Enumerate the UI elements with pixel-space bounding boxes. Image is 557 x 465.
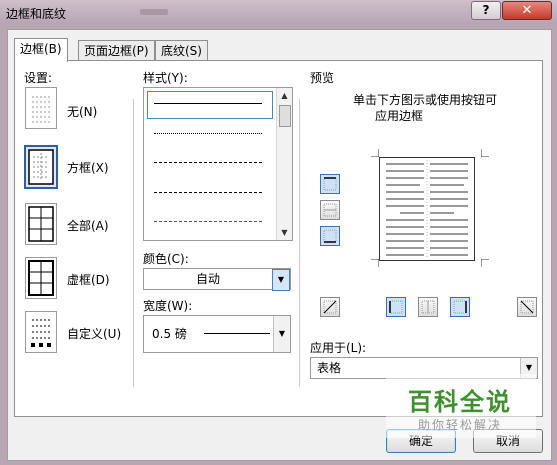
watermark: 百科全说 助你轻松解决	[386, 374, 536, 438]
preview-hint-line2: 应用边框	[375, 109, 424, 123]
scroll-down-icon[interactable]: ▼	[277, 225, 292, 240]
style-dashed-fine-line[interactable]	[154, 162, 262, 163]
apply-to-label: 应用于(L):	[310, 341, 367, 355]
divider	[133, 99, 134, 387]
corner-mark-icon	[481, 259, 489, 267]
corner-mark-icon	[371, 149, 379, 157]
corner-mark-icon	[371, 259, 379, 267]
title-bar-shadow	[140, 9, 168, 15]
chevron-down-icon[interactable]: ▼	[272, 269, 290, 291]
style-heading: 样式(Y):	[143, 71, 188, 85]
tab-page-border[interactable]: 页面边框(P)	[78, 40, 155, 61]
preview-heading: 预览	[310, 71, 335, 85]
style-dashed-line[interactable]	[154, 192, 262, 193]
color-select[interactable]: 自动 ▼	[143, 268, 291, 291]
diagonal-down-border-button[interactable]	[517, 297, 537, 317]
color-label: 颜色(C):	[143, 252, 189, 266]
width-label: 宽度(W):	[143, 299, 193, 313]
custom-border-icon[interactable]	[25, 311, 57, 353]
bottom-border-button[interactable]	[320, 226, 340, 246]
style-dash-dot-line[interactable]	[154, 221, 262, 222]
width-select[interactable]: 0.5 磅 ▼	[143, 315, 291, 353]
title-bar: 边框和底纹 ? ✕	[0, 0, 557, 24]
borders-panel: 设置: 无(N) 方框(X) 全部(A) 虚框(D) 自定义(U) 样式(Y):…	[14, 60, 543, 417]
scroll-up-icon[interactable]: ▲	[277, 88, 292, 103]
preview-hint-line1: 单击下方图示或使用按钮可	[353, 93, 498, 107]
all-borders-icon[interactable]	[25, 203, 57, 245]
watermark-subtitle: 助你轻松解决	[418, 418, 503, 432]
grid-border-icon[interactable]	[25, 257, 57, 299]
tab-borders[interactable]: 边框(B)	[14, 38, 68, 62]
box-border-icon[interactable]	[24, 145, 58, 189]
setting-none-label[interactable]: 无(N)	[67, 103, 97, 120]
no-border-icon[interactable]	[25, 87, 57, 129]
corner-mark-icon	[481, 149, 489, 157]
watermark-title: 百科全说	[408, 388, 512, 416]
style-scrollbar[interactable]: ▲ ▼	[276, 88, 292, 240]
width-sample-line	[204, 333, 270, 334]
inside-vertical-border-button[interactable]	[418, 297, 438, 317]
style-dotted-line[interactable]	[154, 133, 262, 134]
close-button[interactable]: ✕	[502, 1, 552, 20]
preview-diagram[interactable]	[379, 157, 475, 261]
color-value: 自动	[195, 272, 220, 286]
style-list[interactable]: ▲ ▼	[143, 87, 293, 241]
diagonal-up-border-button[interactable]	[320, 297, 340, 317]
top-border-button[interactable]	[320, 174, 340, 194]
window-title: 边框和底纹	[6, 7, 67, 21]
setting-grid-label[interactable]: 虚框(D)	[67, 271, 110, 288]
left-border-button[interactable]	[386, 297, 406, 317]
width-value: 0.5 磅	[152, 327, 187, 341]
divider	[299, 99, 300, 387]
apply-to-value: 表格	[317, 361, 342, 375]
setting-custom-label[interactable]: 自定义(U)	[67, 325, 121, 342]
help-button[interactable]: ?	[471, 1, 501, 20]
inside-horizontal-border-button[interactable]	[320, 200, 340, 220]
setting-all-label[interactable]: 全部(A)	[67, 217, 109, 234]
settings-heading: 设置:	[24, 71, 53, 85]
scroll-thumb[interactable]	[279, 105, 291, 127]
style-solid-line[interactable]	[154, 103, 262, 104]
setting-box-label[interactable]: 方框(X)	[67, 159, 109, 176]
tab-shading[interactable]: 底纹(S)	[155, 40, 208, 61]
chevron-down-icon[interactable]: ▼	[273, 316, 290, 352]
style-selected-outline	[147, 91, 273, 119]
right-border-button[interactable]	[450, 297, 470, 317]
